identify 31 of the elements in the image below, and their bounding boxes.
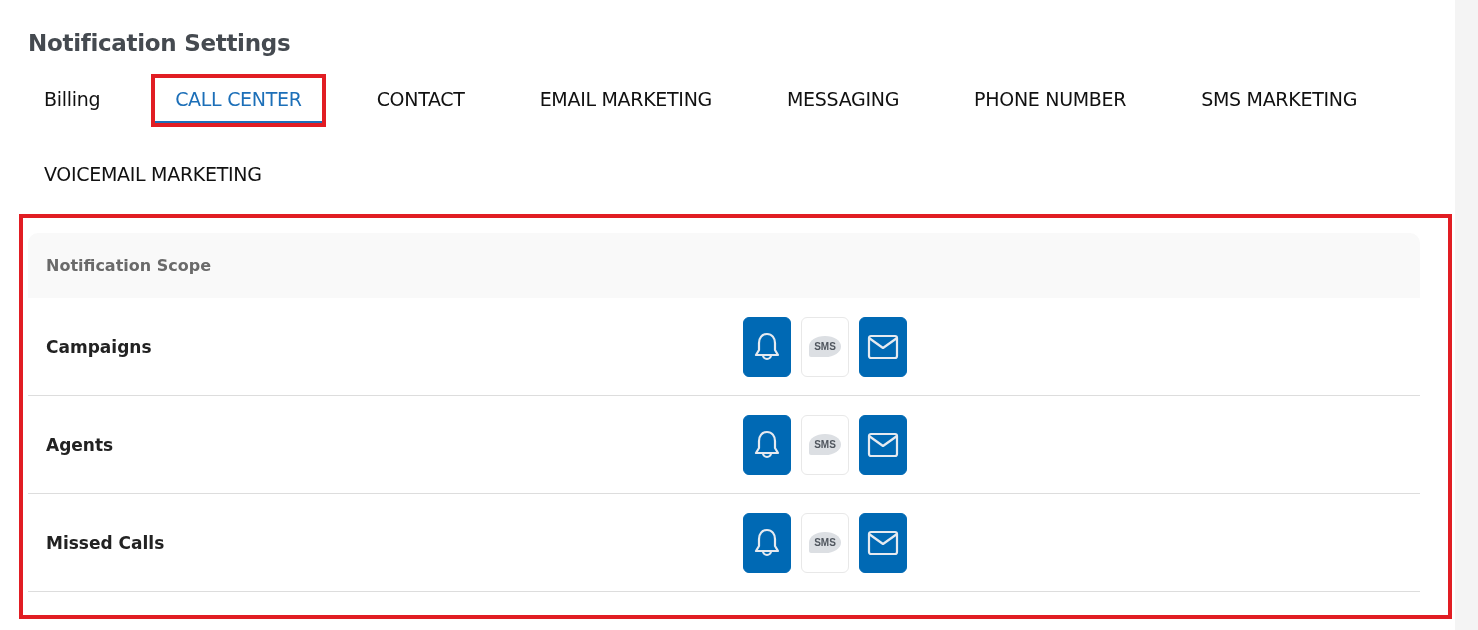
envelope-icon — [867, 431, 899, 458]
tab[interactable]: CONTACT — [356, 78, 485, 123]
column-header: Notification Scope — [46, 256, 212, 275]
sms-bubble-icon: SMS — [809, 532, 841, 553]
email-toggle[interactable] — [859, 316, 907, 377]
email-toggle[interactable] — [859, 512, 907, 573]
page-title: Notification Settings — [28, 30, 292, 56]
sms-toggle[interactable]: SMS — [801, 316, 849, 377]
bell-toggle[interactable] — [743, 414, 791, 475]
tab[interactable]: SMS MARKETING — [1181, 78, 1378, 123]
sms-toggle[interactable]: SMS — [801, 414, 849, 475]
envelope-icon — [867, 333, 899, 360]
row-label: Campaigns — [46, 336, 153, 357]
envelope-icon — [867, 529, 899, 556]
tab[interactable]: PHONE NUMBER — [954, 78, 1147, 123]
tab[interactable]: MESSAGING — [767, 78, 920, 123]
bell-toggle[interactable] — [743, 316, 791, 377]
bell-icon — [752, 428, 782, 461]
sms-bubble-icon: SMS — [809, 336, 841, 357]
row-label: Agents — [46, 434, 115, 455]
tab[interactable]: Billing — [24, 78, 121, 123]
sms-bubble-icon: SMS — [809, 434, 841, 455]
bell-icon — [752, 526, 782, 559]
tab[interactable]: CALL CENTER — [155, 78, 322, 123]
tab[interactable]: EMAIL MARKETING — [519, 78, 732, 123]
bell-icon — [752, 330, 782, 363]
bell-toggle[interactable] — [743, 512, 791, 573]
tab[interactable]: VOICEMAIL MARKETING — [24, 153, 282, 198]
email-toggle[interactable] — [859, 414, 907, 475]
row-label: Missed Calls — [46, 532, 166, 553]
sms-toggle[interactable]: SMS — [801, 512, 849, 573]
